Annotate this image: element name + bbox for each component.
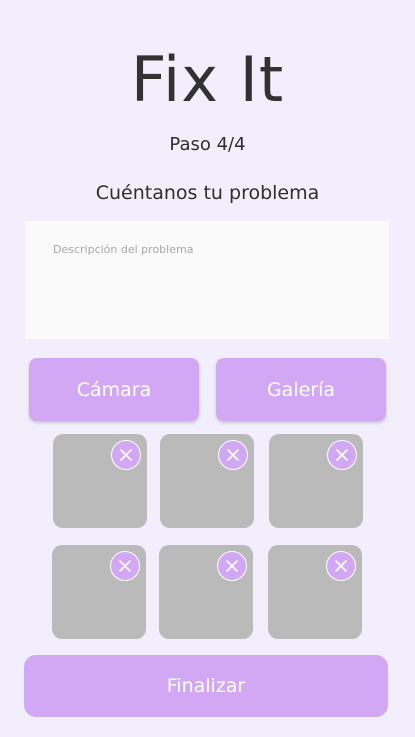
camera-button[interactable]: Cámara: [29, 358, 199, 421]
photo-slot: [269, 434, 363, 528]
finish-button[interactable]: Finalizar: [24, 655, 388, 717]
section-heading: Cuéntanos tu problema: [95, 182, 320, 204]
photo-slot: [53, 434, 147, 528]
close-icon: [119, 560, 131, 572]
close-icon: [227, 449, 239, 461]
remove-photo-button[interactable]: [217, 551, 247, 581]
remove-photo-button[interactable]: [110, 551, 140, 581]
close-icon: [335, 560, 347, 572]
remove-photo-button[interactable]: [327, 440, 357, 470]
photo-slot: [268, 545, 362, 639]
close-icon: [336, 449, 348, 461]
close-icon: [120, 449, 132, 461]
photo-slot: [160, 434, 254, 528]
close-icon: [226, 560, 238, 572]
problem-description-input[interactable]: [25, 221, 389, 339]
gallery-button[interactable]: Galería: [216, 358, 386, 421]
step-indicator: Paso 4/4: [169, 134, 246, 155]
photo-slot: [52, 545, 146, 639]
remove-photo-button[interactable]: [218, 440, 248, 470]
remove-photo-button[interactable]: [326, 551, 356, 581]
remove-photo-button[interactable]: [111, 440, 141, 470]
app-title: Fix It: [130, 43, 285, 116]
photo-slot: [159, 545, 253, 639]
